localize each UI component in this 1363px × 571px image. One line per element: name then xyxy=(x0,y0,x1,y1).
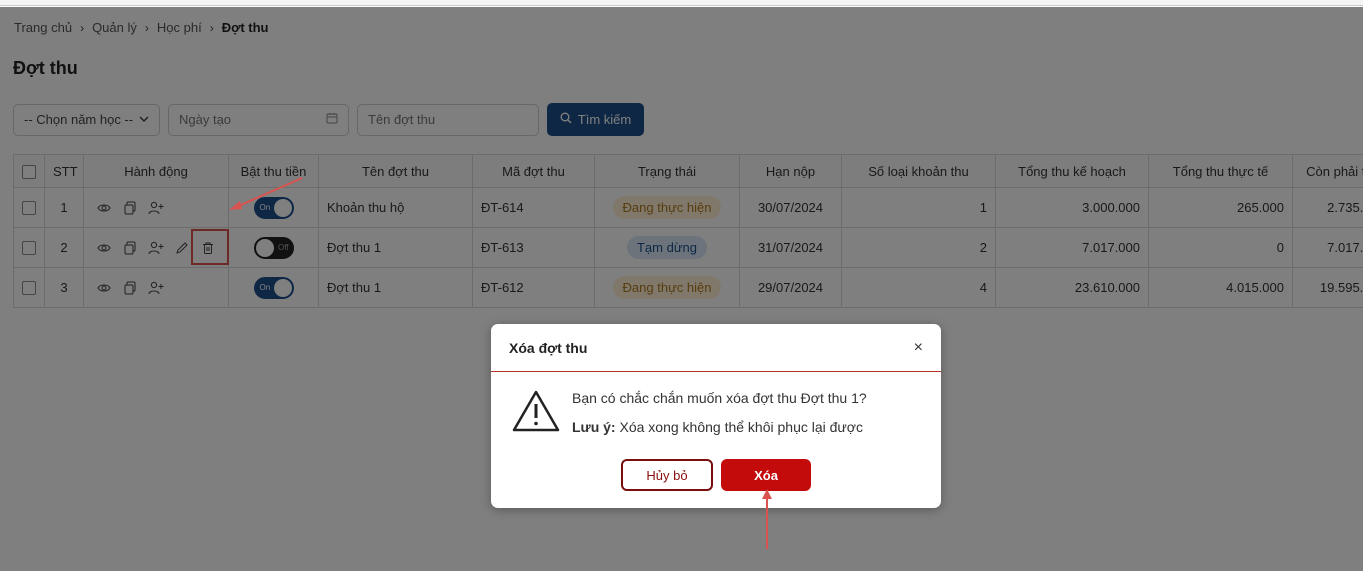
close-icon[interactable]: × xyxy=(914,339,923,357)
confirm-message: Bạn có chắc chắn muốn xóa đợt thu Đợt th… xyxy=(572,390,867,406)
confirm-note: Lưu ý: Xóa xong không thể khôi phục lại … xyxy=(572,419,863,435)
modal-body: Bạn có chắc chắn muốn xóa đợt thu Đợt th… xyxy=(491,372,941,452)
modal-title: Xóa đợt thu xyxy=(509,339,588,356)
delete-confirm-dialog: Xóa đợt thu × Bạn có chắc chắn muốn xóa … xyxy=(491,324,941,508)
annotation-arrow-toggle xyxy=(229,177,303,210)
cancel-button[interactable]: Hủy bỏ xyxy=(621,459,713,491)
note-text: Xóa xong không thể khôi phục lại được xyxy=(619,419,863,435)
modal-header: Xóa đợt thu × xyxy=(491,324,941,372)
modal-footer: Hủy bỏ Xóa xyxy=(491,459,941,491)
warning-icon xyxy=(511,389,561,436)
annotation-arrow-delete xyxy=(762,489,772,549)
note-label: Lưu ý: xyxy=(572,419,616,435)
